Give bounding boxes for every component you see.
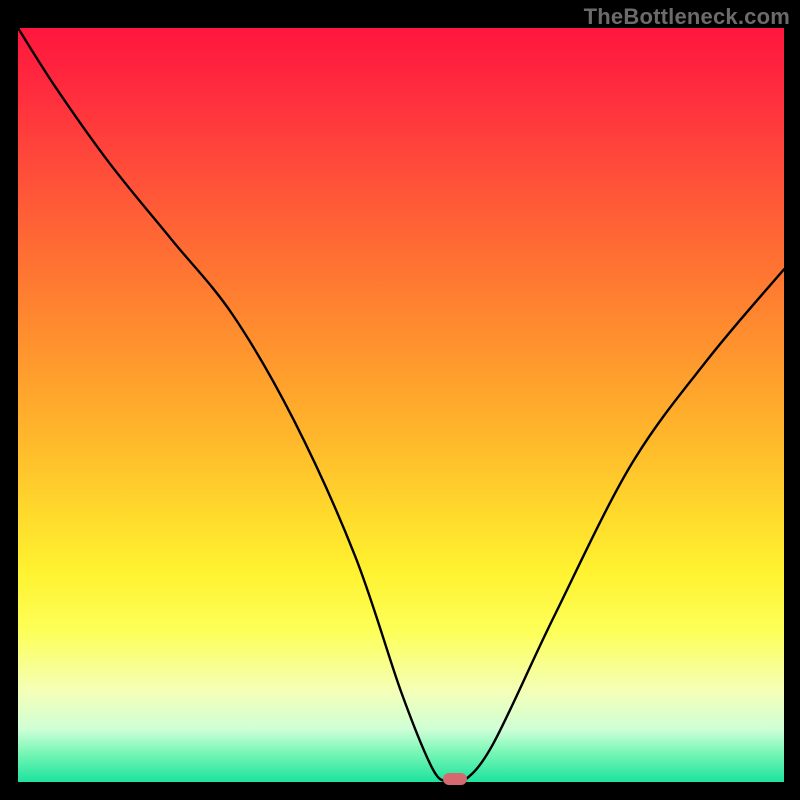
plot-area [18,28,784,782]
watermark-text: TheBottleneck.com [584,4,790,30]
bottleneck-line [18,28,784,782]
chart-frame: TheBottleneck.com [0,0,800,800]
minimum-marker [443,773,467,785]
